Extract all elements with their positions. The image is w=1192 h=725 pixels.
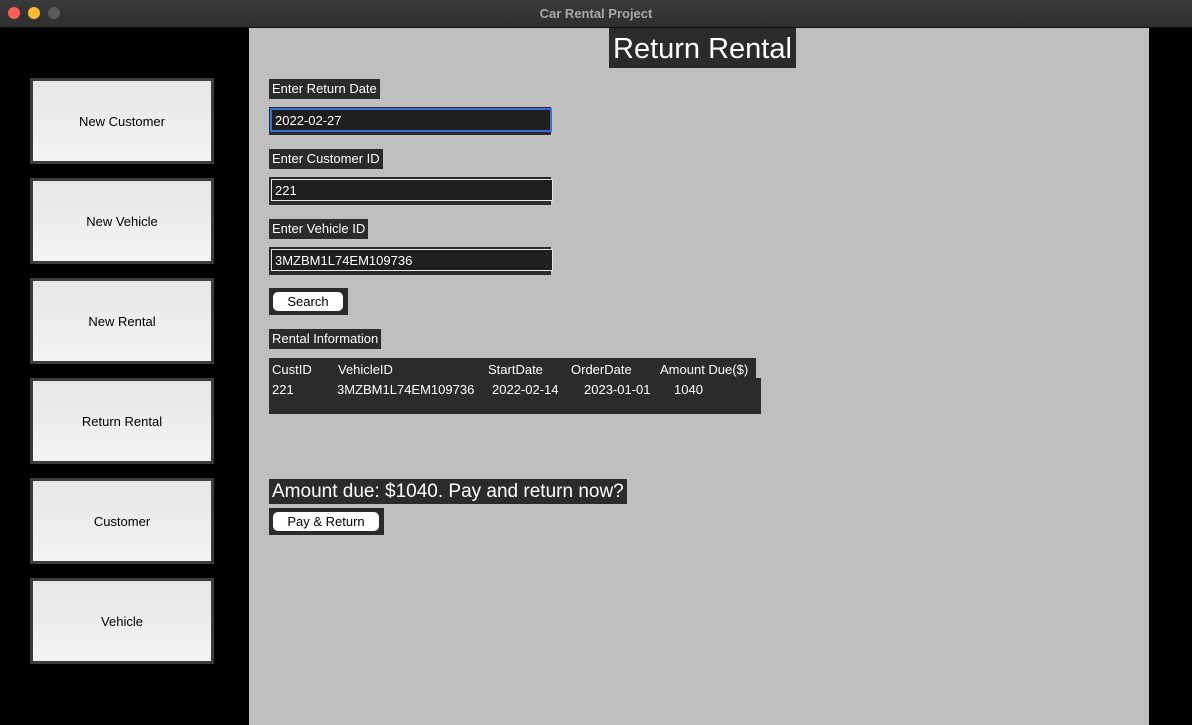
- search-button-frame: Search: [269, 288, 348, 315]
- sidebar: New Customer New Vehicle New Rental Retu…: [0, 28, 249, 725]
- vehicle-id-field-frame: [269, 247, 553, 275]
- pay-return-button-frame: Pay & Return: [269, 508, 384, 535]
- page-title: Return Rental: [609, 28, 796, 68]
- main-panel: Return Rental Enter Return Date Enter Cu…: [249, 28, 1149, 725]
- new-vehicle-button[interactable]: New Vehicle: [30, 178, 214, 264]
- column-header-startdate: StartDate: [488, 362, 543, 377]
- column-header-amount-due: Amount Due($): [660, 362, 749, 377]
- table-header-edge: [756, 358, 761, 378]
- new-rental-button[interactable]: New Rental: [30, 278, 214, 364]
- column-header-custid: CustID: [272, 362, 312, 377]
- vehicle-button[interactable]: Vehicle: [30, 578, 214, 664]
- cell-custid: 221: [272, 382, 294, 397]
- search-button[interactable]: Search: [273, 292, 343, 311]
- rental-info-label: Rental Information: [269, 329, 382, 349]
- return-date-field-frame: [269, 107, 552, 135]
- window-right-margin: [1149, 28, 1192, 725]
- pay-and-return-button[interactable]: Pay & Return: [273, 512, 379, 531]
- return-date-input[interactable]: [270, 108, 552, 132]
- return-date-label: Enter Return Date: [269, 79, 380, 99]
- cell-vehicleid: 3MZBM1L74EM109736: [337, 382, 475, 397]
- new-customer-button[interactable]: New Customer: [30, 78, 214, 164]
- cell-startdate: 2022-02-14: [492, 382, 559, 397]
- cell-amount-due: 1040: [674, 382, 703, 397]
- title-bar: Car Rental Project: [0, 0, 1192, 28]
- column-header-vehicleid: VehicleID: [338, 362, 393, 377]
- customer-id-field-frame: [269, 177, 553, 205]
- column-header-orderdate: OrderDate: [571, 362, 632, 377]
- window-title: Car Rental Project: [539, 6, 653, 21]
- customer-button[interactable]: Customer: [30, 478, 214, 564]
- return-rental-button[interactable]: Return Rental: [30, 378, 214, 464]
- vehicle-id-input[interactable]: [271, 249, 553, 271]
- customer-id-input[interactable]: [271, 179, 553, 201]
- vehicle-id-label: Enter Vehicle ID: [269, 219, 369, 239]
- cell-orderdate: 2023-01-01: [584, 382, 651, 397]
- customer-id-label: Enter Customer ID: [269, 149, 383, 169]
- amount-due-prompt: Amount due: $1040. Pay and return now?: [269, 479, 627, 504]
- rental-info-table: CustID VehicleID StartDate OrderDate Amo…: [269, 358, 761, 414]
